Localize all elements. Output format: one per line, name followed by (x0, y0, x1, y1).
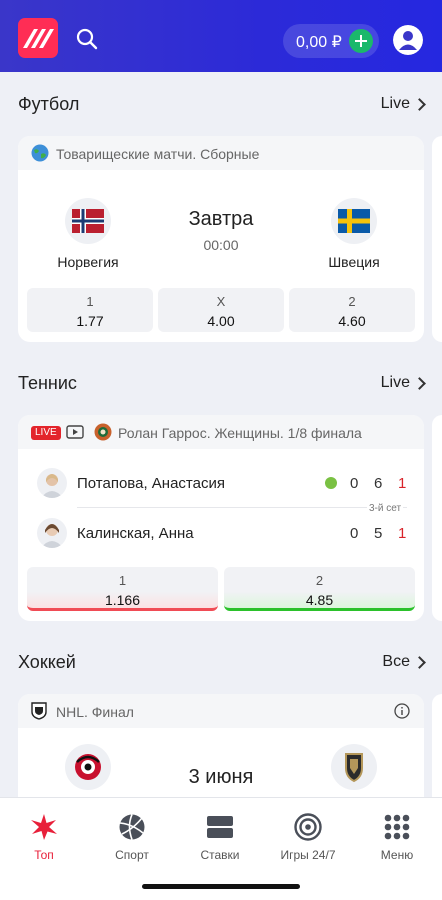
odd-value: 4.00 (207, 313, 235, 329)
section-title: Футбол (18, 94, 80, 114)
next-card-peek[interactable] (432, 415, 442, 621)
target-icon (293, 812, 323, 842)
player-sets: 0 (350, 525, 359, 542)
odds-row: 1 1.166 2 4.85 (27, 567, 415, 611)
tab-sport[interactable]: Спорт (88, 812, 176, 862)
odd-label: 2 (315, 573, 324, 588)
player-row: Калинская, Анна 0 5 1 (18, 516, 424, 550)
search-icon[interactable] (75, 27, 99, 51)
odd-player2-button[interactable]: 2 4.85 (224, 567, 415, 611)
all-link[interactable]: Все (382, 653, 410, 671)
league-bar: LIVE Ролан Гаррос. Женщины. 1/8 финала (18, 415, 424, 449)
deposit-plus-icon[interactable] (349, 29, 373, 53)
star-burst-icon (29, 812, 59, 842)
odd-label: 1 (86, 294, 94, 309)
hurricanes-logo-icon (75, 754, 101, 780)
odd-away-button[interactable]: 2 4.60 (289, 288, 415, 332)
football-match-card[interactable]: Товарищеские матчи. Сборные Норвегия Зав… (18, 136, 424, 342)
chevron-right-icon[interactable] (413, 98, 426, 111)
league-bar: NHL. Финал (18, 694, 424, 728)
odd-value: 1.77 (76, 313, 104, 329)
next-card-peek[interactable] (432, 136, 442, 342)
league-bar: Товарищеские матчи. Сборные (18, 136, 424, 170)
home-team-logo (65, 744, 111, 790)
tab-games[interactable]: Игры 24/7 (264, 812, 352, 862)
match-day: 3 июня (188, 766, 254, 788)
player-avatar (37, 468, 67, 498)
tab-label: Меню (380, 848, 414, 862)
tournament-logo-icon (94, 423, 112, 444)
tab-top[interactable]: Топ (0, 812, 88, 862)
globe-icon (31, 144, 49, 165)
volleyball-icon (117, 812, 147, 842)
player-avatar (37, 518, 67, 548)
odd-player1-button[interactable]: 1 1.166 (27, 567, 218, 611)
tennis-section-header: Теннис Live (18, 373, 426, 397)
section-title: Хоккей (18, 652, 76, 672)
odd-label: 1 (118, 573, 127, 588)
league-name: Товарищеские матчи. Сборные (56, 146, 260, 162)
odd-label: X (216, 294, 226, 309)
home-team-name: Норвегия (57, 254, 119, 270)
home-indicator (142, 884, 300, 889)
away-team-logo (331, 744, 377, 790)
app-header: 0,00 ₽ (0, 0, 442, 72)
profile-avatar-icon[interactable] (393, 25, 423, 55)
match-day: Завтра (188, 208, 254, 230)
balance-amount: 0,00 ₽ (296, 34, 342, 51)
odd-value: 1.166 (104, 592, 141, 608)
hockey-section-header: Хоккей Все (18, 652, 426, 676)
player-points: 1 (398, 525, 407, 542)
match-hour: 00:00 (203, 237, 239, 253)
grid-dots-icon (382, 812, 412, 842)
odds-row: 1 1.77 X 4.00 2 4.60 (27, 288, 415, 332)
brand-logo[interactable] (18, 18, 58, 58)
odd-draw-button[interactable]: X 4.00 (158, 288, 284, 332)
next-card-peek[interactable] (432, 694, 442, 814)
tab-menu[interactable]: Меню (353, 812, 441, 862)
player-name: Калинская, Анна (77, 525, 194, 542)
away-team: Швеция (304, 198, 404, 270)
tab-label: Топ (34, 848, 54, 862)
league-name: NHL. Финал (56, 704, 134, 720)
sweden-flag-icon (331, 198, 377, 244)
player-games: 6 (374, 475, 383, 492)
nhl-logo-icon (31, 702, 47, 723)
norway-flag-icon (65, 198, 111, 244)
set-label: 3-й сет (367, 503, 404, 514)
player-row: Потапова, Анастасия 0 6 1 (18, 466, 424, 500)
live-link[interactable]: Live (381, 95, 410, 113)
serving-ball-icon (325, 477, 337, 489)
balance-button[interactable]: 0,00 ₽ (283, 24, 379, 58)
hockey-match-card[interactable]: NHL. Финал 3 июня (18, 694, 424, 814)
golden-knights-logo-icon (345, 753, 363, 783)
info-icon[interactable] (394, 703, 410, 722)
tab-label: Ставки (200, 848, 240, 862)
tab-label: Игры 24/7 (280, 848, 336, 862)
odd-home-button[interactable]: 1 1.77 (27, 288, 153, 332)
player-name: Потапова, Анастасия (77, 475, 225, 492)
section-title: Теннис (18, 373, 77, 393)
league-name: Ролан Гаррос. Женщины. 1/8 финала (118, 425, 362, 441)
odd-label: 2 (348, 294, 356, 309)
live-badge: LIVE (31, 426, 61, 440)
match-time: Завтра 00:00 (161, 208, 281, 253)
tab-label: Спорт (115, 848, 149, 862)
live-link[interactable]: Live (381, 374, 410, 392)
away-team-name: Швеция (328, 254, 380, 270)
divider (77, 507, 407, 508)
chevron-right-icon[interactable] (413, 377, 426, 390)
home-team: Норвегия (38, 198, 138, 270)
player-points: 1 (398, 475, 407, 492)
player-games: 5 (374, 525, 383, 542)
video-stream-icon[interactable] (66, 425, 84, 442)
football-section-header: Футбол Live (18, 94, 426, 118)
odd-value: 4.60 (338, 313, 366, 329)
chevron-right-icon[interactable] (413, 656, 426, 669)
ticket-icon (205, 812, 235, 842)
odd-value: 4.85 (305, 592, 334, 608)
tennis-match-card[interactable]: LIVE Ролан Гаррос. Женщины. 1/8 финала П… (18, 415, 424, 621)
tab-bets[interactable]: Ставки (176, 812, 264, 862)
player-sets: 0 (350, 475, 359, 492)
